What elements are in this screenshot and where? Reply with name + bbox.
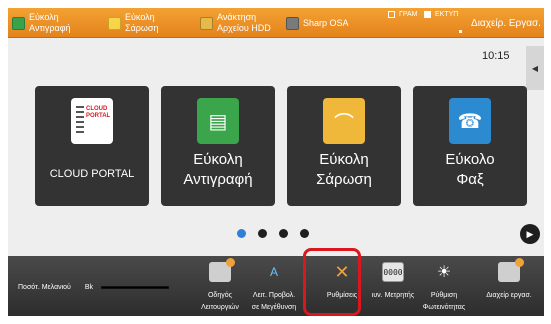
operation-guide-icon bbox=[209, 258, 235, 282]
enlarge-display-button[interactable]: A Λειτ. Προβολ. σε Μεγέθυνση bbox=[248, 256, 300, 316]
page-indicator bbox=[237, 229, 309, 238]
collapse-left-icon: ◀ bbox=[531, 63, 539, 73]
page-dot[interactable] bbox=[279, 229, 288, 238]
easy-copy-icon: ▤ bbox=[197, 98, 239, 144]
page-dot[interactable] bbox=[258, 229, 267, 238]
shortcut-label: Εύκολη Σάρωση bbox=[125, 12, 158, 34]
bottom-tool-bar: Ποσότ. Μελανιού Bk Οδηγός Λειτουργιών A … bbox=[8, 256, 544, 316]
brightness-icon: ☀ bbox=[436, 264, 452, 281]
side-tab[interactable]: ◀ bbox=[526, 46, 544, 90]
settings-highlight-frame bbox=[303, 248, 361, 316]
toner-bar bbox=[101, 286, 170, 289]
tool-label-line2: σε Μεγέθυνση bbox=[251, 304, 297, 311]
tool-label-line2: Φωτεινότητας bbox=[422, 304, 466, 311]
total-count-icon: 0000 bbox=[382, 262, 404, 282]
job-status-button[interactable]: Διαχείρ. Εργασ. bbox=[468, 8, 544, 38]
tile-label-line1: Εύκολο bbox=[445, 151, 495, 168]
tool-label: ιυν. Μετρητής bbox=[370, 290, 416, 302]
sharp-osa-icon bbox=[286, 16, 299, 30]
tile-label: Εύκολη Αντιγραφή bbox=[161, 150, 275, 190]
tool-label: Λειτ. Προβολ. σε Μεγέθυνση bbox=[248, 290, 300, 314]
page-dot[interactable] bbox=[300, 229, 309, 238]
copy-glyph-icon: ▤ bbox=[208, 110, 228, 133]
next-page-button[interactable]: ▶ bbox=[520, 224, 540, 244]
shortcut-label-line1: Ανάκτηση bbox=[217, 12, 257, 22]
fax-glyph-icon: ☎ bbox=[457, 110, 483, 133]
tile-label-line1: Εύκολη bbox=[193, 151, 243, 168]
cloud-portal-logo-text: CLOUD PORTAL bbox=[86, 106, 110, 120]
tool-label: Ρύθμιση Φωτεινότητας bbox=[418, 290, 470, 314]
shortcut-easy-copy[interactable]: Εύκολη Αντιγραφή bbox=[12, 8, 71, 38]
operation-panel-screen: Εύκολη Αντιγραφή Εύκολη Σάρωση Ανάκτηση … bbox=[0, 0, 551, 324]
mode-on-icon bbox=[424, 11, 431, 18]
logo-text-2: PORTAL bbox=[86, 113, 111, 119]
shortcut-label: Ανάκτηση Αρχείου HDD bbox=[217, 12, 271, 34]
tile-label-line2: Σάρωση bbox=[316, 171, 372, 188]
operation-guide-button[interactable]: Οδηγός Λειτουργιών bbox=[194, 256, 246, 316]
list-lines-icon bbox=[76, 106, 84, 136]
tool-label-line1: ιυν. Μετρητής bbox=[371, 292, 415, 299]
shortcut-label-line1: Sharp OSA bbox=[303, 17, 349, 28]
tool-label-line1: Ρύθμιση bbox=[430, 292, 458, 299]
shortcut-label: Εύκολη Αντιγραφή bbox=[29, 12, 71, 34]
top-shortcut-bar: Εύκολη Αντιγραφή Εύκολη Σάρωση Ανάκτηση … bbox=[8, 8, 544, 38]
shortcut-label-line2: Αντιγραφή bbox=[29, 23, 71, 33]
tile-label-line2: Αντιγραφή bbox=[183, 171, 253, 188]
scan-glyph-icon: ⌒ bbox=[334, 112, 354, 135]
shortcut-hdd-retrieve[interactable]: Ανάκτηση Αρχείου HDD bbox=[200, 8, 271, 38]
tool-label-line1: Διαχείρ εργασ. bbox=[486, 292, 532, 299]
tool-label: Διαχείρ εργασ. bbox=[474, 290, 544, 302]
toner-color: Bk bbox=[84, 284, 94, 291]
enlarge-display-icon: A bbox=[269, 265, 278, 279]
tile-easy-fax[interactable]: ☎ Εύκολο Φαξ bbox=[413, 86, 527, 206]
shortcut-sharp-osa[interactable]: Sharp OSA bbox=[286, 8, 349, 38]
tile-cloud-portal[interactable]: CLOUD PORTAL CLOUD PORTAL bbox=[35, 86, 149, 206]
easy-scan-icon bbox=[108, 16, 121, 30]
dot-icon bbox=[459, 30, 462, 33]
tool-label-line1: Λειτ. Προβολ. bbox=[252, 292, 296, 299]
easy-scan-icon: ⌒ bbox=[323, 98, 365, 144]
toner-label: Ποσότ. Μελανιού bbox=[18, 284, 71, 291]
tool-label: Οδηγός Λειτουργιών bbox=[194, 290, 246, 314]
tile-label: Εύκολο Φαξ bbox=[413, 150, 527, 190]
job-status-tool-button[interactable]: Διαχείρ εργασ. bbox=[474, 256, 544, 316]
next-page-icon: ▶ bbox=[526, 228, 534, 239]
tile-easy-scan[interactable]: ⌒ Εύκολη Σάρωση bbox=[287, 86, 401, 206]
tile-label-line2: Φαξ bbox=[456, 171, 484, 188]
brightness-button[interactable]: ☀ Ρύθμιση Φωτεινότητας bbox=[418, 256, 470, 316]
mode-label: ΕΚΤΥΠ bbox=[435, 11, 459, 18]
shortcut-label-line1: Εύκολη bbox=[29, 12, 59, 22]
tile-label-line1: Εύκολη bbox=[319, 151, 369, 168]
mode-label: ΓΡΑΜ bbox=[399, 11, 418, 18]
shortcut-label-line1: Εύκολη bbox=[125, 12, 155, 22]
toner-level: Ποσότ. Μελανιού Bk bbox=[18, 284, 170, 291]
tile-label: CLOUD PORTAL bbox=[35, 164, 149, 184]
shortcut-easy-scan[interactable]: Εύκολη Σάρωση bbox=[108, 8, 158, 38]
tool-label-line2: Λειτουργιών bbox=[201, 304, 239, 311]
tile-label: Εύκολη Σάρωση bbox=[287, 150, 401, 190]
easy-fax-icon: ☎ bbox=[449, 98, 491, 144]
mode-indicator-print: ΓΡΑΜ bbox=[388, 11, 418, 18]
tool-label-line1: Οδηγός bbox=[207, 292, 232, 299]
mode-indicator-output: ΕΚΤΥΠ bbox=[424, 11, 458, 18]
easy-copy-icon bbox=[12, 16, 25, 30]
mode-off-icon bbox=[388, 11, 395, 18]
total-count-button[interactable]: 0000 ιυν. Μετρητής bbox=[370, 256, 416, 316]
hdd-folder-icon bbox=[200, 16, 213, 30]
logo-text-1: CLOUD bbox=[86, 106, 108, 112]
home-screen: 10:15 ◀ CLOUD PORTAL CLOUD PORTAL ▤ Εύκο… bbox=[8, 38, 544, 256]
page-dot-active[interactable] bbox=[237, 229, 246, 238]
tile-label-line1: CLOUD PORTAL bbox=[49, 168, 135, 180]
shortcut-label-line2: Αρχείου HDD bbox=[217, 23, 271, 33]
tile-easy-copy[interactable]: ▤ Εύκολη Αντιγραφή bbox=[161, 86, 275, 206]
clock: 10:15 bbox=[482, 50, 510, 62]
cloud-portal-icon: CLOUD PORTAL bbox=[71, 98, 113, 144]
job-status-icon bbox=[498, 258, 524, 282]
shortcut-label-line2: Σάρωση bbox=[125, 23, 159, 33]
